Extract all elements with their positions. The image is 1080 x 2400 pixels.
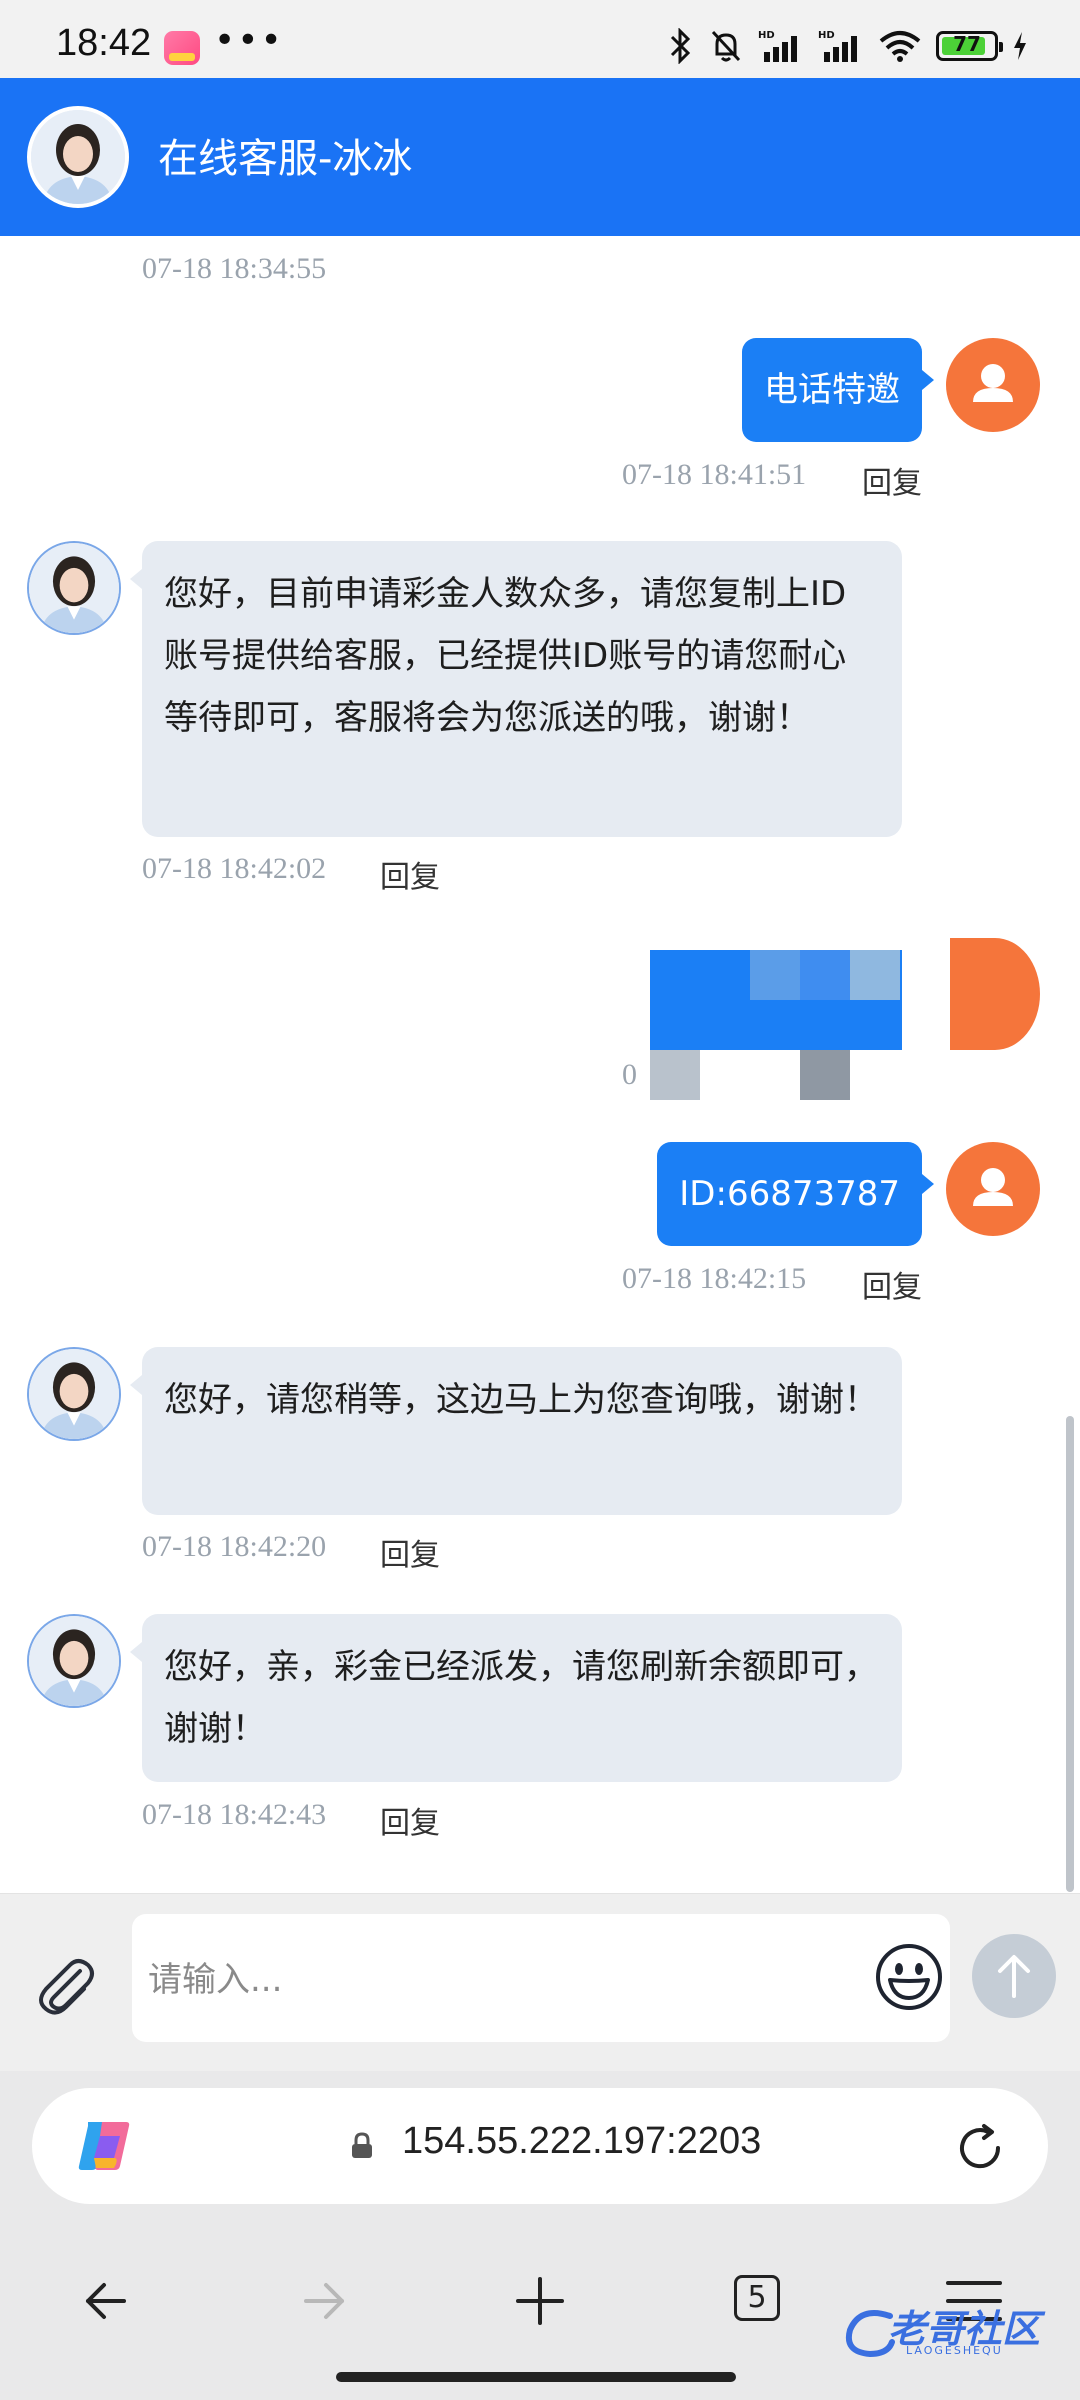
charging-icon (1014, 32, 1026, 60)
wifi-icon (879, 31, 921, 62)
battery-icon: 77 (936, 31, 1003, 61)
tab-count: 5 (734, 2275, 780, 2321)
agent-avatar[interactable] (27, 106, 129, 208)
battery-level: 77 (953, 32, 981, 56)
redaction-tile (800, 1050, 850, 1100)
status-bar: 18:42 ••• HD HD 77 (0, 0, 1080, 78)
user-avatar (950, 938, 1040, 1050)
redaction-tile (750, 950, 800, 1000)
status-time: 18:42 (56, 22, 152, 64)
composer-bar: 请输入... (0, 1893, 1080, 2071)
attachment-icon[interactable] (30, 1949, 102, 2021)
app-notification-icon (164, 31, 200, 65)
home-indicator[interactable] (336, 2372, 736, 2382)
redaction-tile (800, 950, 850, 1000)
reload-icon[interactable] (952, 2120, 1008, 2176)
message-timestamp: 07-18 18:34:55 (142, 252, 327, 285)
send-button[interactable] (972, 1934, 1056, 2018)
reply-button[interactable]: 回复 (380, 1798, 440, 1842)
new-tab-icon[interactable] (500, 2261, 580, 2341)
message-timestamp: 07-18 18:42:02 (142, 852, 327, 885)
reply-button[interactable]: 回复 (862, 458, 922, 502)
reply-button[interactable]: 回复 (380, 852, 440, 896)
url-text[interactable]: 154.55.222.197:2203 (402, 2120, 761, 2163)
lock-icon (352, 2132, 372, 2158)
chat-header: 在线客服-冰冰 (0, 78, 1080, 236)
emoji-icon[interactable] (874, 1942, 944, 2012)
agent-message-bubble[interactable]: 您好，亲，彩金已经派发，请您刷新余额即可，谢谢！ (130, 1614, 902, 1782)
chat-scrollbar[interactable] (1066, 1416, 1074, 1892)
copilot-icon[interactable] (74, 2118, 134, 2174)
user-avatar (946, 338, 1040, 432)
watermark-subtext: LAOGESHEQU (906, 2344, 1003, 2357)
svg-text:HD: HD (818, 30, 835, 41)
watermark-logo: 老哥社区 LAOGESHEQU (840, 2298, 1070, 2368)
agent-avatar (27, 541, 121, 635)
message-input-placeholder: 请输入... (148, 1960, 283, 2000)
svg-text:HD: HD (758, 30, 775, 41)
message-timestamp: 0 (622, 1058, 637, 1091)
message-timestamp: 07-18 18:41:51 (622, 458, 807, 491)
user-message-bubble[interactable]: ID:66873787 (657, 1142, 934, 1246)
message-timestamp: 07-18 18:42:43 (142, 1798, 327, 1831)
more-notifications: ••• (214, 20, 284, 61)
message-timestamp: 07-18 18:42:20 (142, 1530, 327, 1563)
address-bar[interactable]: 154.55.222.197:2203 (32, 2088, 1048, 2204)
agent-message-bubble[interactable]: 您好，目前申请彩金人数众多，请您复制上ID账号提供给客服，已经提供ID账号的请您… (130, 541, 902, 837)
reply-button[interactable]: 回复 (380, 1530, 440, 1574)
screen: 18:42 ••• HD HD 77 在线客服-冰冰 07-18 18:34:5… (0, 0, 1080, 2400)
page-title: 在线客服-冰冰 (158, 136, 413, 182)
arrow-up-icon (998, 1955, 1030, 1998)
hd-signal-icon: HD (818, 30, 857, 62)
hd-signal-icon: HD (758, 30, 797, 62)
message-timestamp: 07-18 18:42:15 (622, 1262, 807, 1295)
message-input[interactable]: 请输入... (132, 1914, 950, 2042)
user-message-bubble[interactable]: 电话特邀 (742, 338, 934, 442)
agent-avatar (27, 1347, 121, 1441)
forward-icon[interactable] (284, 2261, 364, 2341)
redaction-tile (850, 950, 900, 1000)
agent-message-bubble[interactable]: 您好，请您稍等，这边马上为您查询哦，谢谢！ (130, 1347, 902, 1515)
reply-button[interactable]: 回复 (862, 1262, 922, 1306)
agent-avatar (27, 1614, 121, 1708)
redaction-tile (650, 1050, 700, 1100)
tabs-button[interactable]: 5 (724, 2261, 804, 2341)
bell-muted-icon (711, 30, 741, 62)
bluetooth-icon (670, 28, 691, 64)
back-icon[interactable] (66, 2261, 146, 2341)
status-icons: HD HD 77 (668, 26, 1028, 66)
user-avatar (946, 1142, 1040, 1236)
